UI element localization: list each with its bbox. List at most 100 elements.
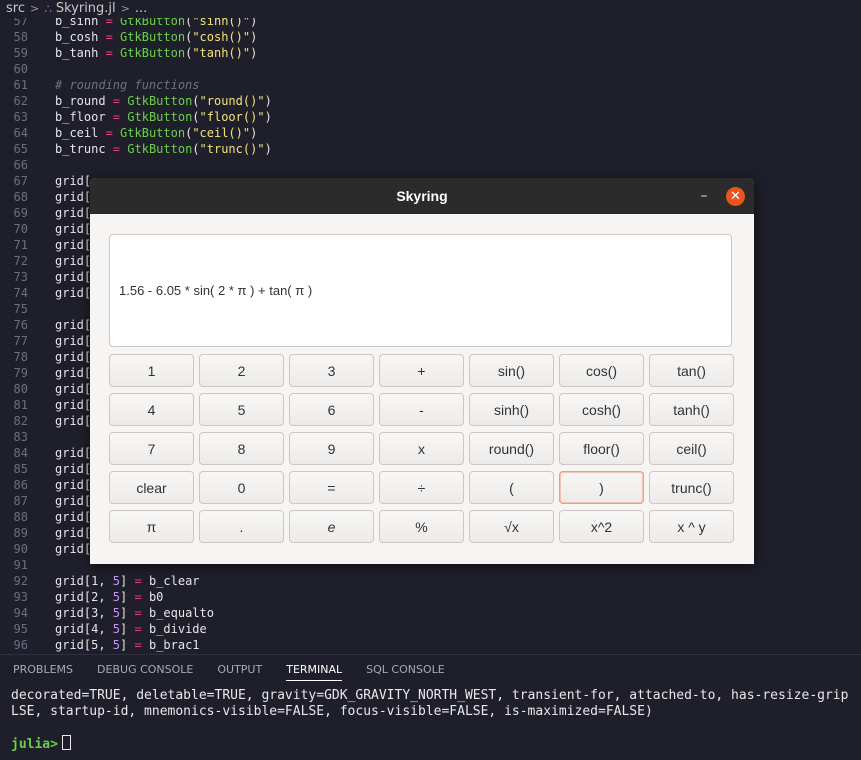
code-token: b_brac1: [148, 638, 200, 652]
button-2[interactable]: 2: [199, 354, 284, 387]
button-power[interactable]: x ^ y: [649, 510, 734, 543]
button-tan[interactable]: tan(): [649, 354, 734, 387]
expression-text: 1.56 - 6.05 * sin( 2 * π ) + tan( π ): [119, 283, 313, 298]
code-line: 93 grid[2, 5] = b0: [0, 589, 861, 605]
code-line: 92 grid[1, 5] = b_clear: [0, 573, 861, 589]
line-number: 92: [13, 574, 28, 588]
panel-tabs: PROBLEMS DEBUG CONSOLE OUTPUT TERMINAL SQL C…: [0, 654, 861, 685]
code-token: b0: [148, 590, 164, 604]
code-token: grid[4,: [55, 622, 106, 636]
code-token: =: [98, 30, 121, 44]
terminal[interactable]: decorated=TRUE, deletable=TRUE, gravity=…: [0, 684, 861, 760]
code-token: GtkButton: [127, 142, 193, 156]
code-token: grid[: [55, 206, 92, 220]
minimize-icon[interactable]: –: [694, 186, 714, 206]
code-token: (: [192, 110, 200, 124]
line-code: grid[: [55, 317, 91, 333]
button-1[interactable]: 1: [109, 354, 194, 387]
button-3[interactable]: 3: [289, 354, 374, 387]
code-line: 64 b_ceil = GtkButton("ceil()"): [0, 125, 861, 141]
tab-problems[interactable]: PROBLEMS: [13, 655, 73, 685]
breadcrumb-file[interactable]: Skyring.jl: [56, 0, 116, 18]
code-token: grid[: [55, 222, 92, 236]
code-token: =: [105, 142, 128, 156]
tab-output[interactable]: OUTPUT: [217, 655, 262, 685]
button-sinh[interactable]: sinh(): [469, 393, 554, 426]
window-titlebar[interactable]: Skyring – ✕: [90, 178, 754, 214]
button-8[interactable]: 8: [199, 432, 284, 465]
button-6[interactable]: 6: [289, 393, 374, 426]
button-4[interactable]: 4: [109, 393, 194, 426]
line-code: grid[: [55, 397, 91, 413]
line-number: 85: [13, 462, 28, 476]
line-number: 84: [13, 446, 28, 460]
button-e[interactable]: e: [289, 510, 374, 543]
button-9[interactable]: 9: [289, 432, 374, 465]
button-ceil[interactable]: ceil(): [649, 432, 734, 465]
tab-sql-console[interactable]: SQL CONSOLE: [366, 655, 445, 685]
tab-debug-console[interactable]: DEBUG CONSOLE: [97, 655, 193, 685]
button-pi[interactable]: π: [109, 510, 194, 543]
code-token: =: [127, 574, 149, 588]
button-open-paren[interactable]: (: [469, 471, 554, 504]
button-plus[interactable]: +: [379, 354, 464, 387]
button-equals[interactable]: =: [289, 471, 374, 504]
line-number: 96: [13, 638, 28, 652]
code-token: "floor()": [199, 110, 265, 124]
button-close-paren[interactable]: ): [559, 471, 644, 504]
button-7[interactable]: 7: [109, 432, 194, 465]
button-clear[interactable]: clear: [109, 471, 194, 504]
button-tanh[interactable]: tanh(): [649, 393, 734, 426]
button-sqrt[interactable]: √x: [469, 510, 554, 543]
button-5[interactable]: 5: [199, 393, 284, 426]
button-trunc[interactable]: trunc(): [649, 471, 734, 504]
line-code: grid[: [55, 349, 91, 365]
button-sin[interactable]: sin(): [469, 354, 554, 387]
breadcrumb: src > ∴ Skyring.jl > ...: [0, 0, 861, 18]
button-decimal[interactable]: .: [199, 510, 284, 543]
line-code: grid[: [55, 333, 91, 349]
line-number: 91: [13, 558, 28, 572]
line-code: grid[: [55, 269, 91, 285]
code-line: 66: [0, 157, 861, 173]
button-minus[interactable]: -: [379, 393, 464, 426]
breadcrumb-folder[interactable]: src: [6, 0, 25, 18]
line-number: 60: [13, 62, 28, 76]
line-code: b_cosh = GtkButton("cosh()"): [55, 29, 257, 45]
line-code: # rounding functions: [55, 77, 200, 93]
code-token: b_trunc: [55, 142, 106, 156]
button-floor[interactable]: floor(): [559, 432, 644, 465]
button-percent[interactable]: %: [379, 510, 464, 543]
button-round[interactable]: round(): [469, 432, 554, 465]
button-cos[interactable]: cos(): [559, 354, 644, 387]
button-0[interactable]: 0: [199, 471, 284, 504]
line-number: 95: [13, 622, 28, 636]
tab-terminal[interactable]: TERMINAL: [286, 655, 342, 685]
line-number: 63: [13, 110, 28, 124]
line-number: 69: [13, 206, 28, 220]
code-token: grid[: [55, 270, 92, 284]
code-token: grid[: [55, 510, 92, 524]
line-code: b_round = GtkButton("round()"): [55, 93, 272, 109]
code-token: "sinh()": [192, 18, 251, 28]
code-token: ): [250, 126, 258, 140]
line-code: grid[: [55, 461, 91, 477]
button-square[interactable]: x^2: [559, 510, 644, 543]
close-icon[interactable]: ✕: [726, 187, 745, 206]
line-number: 67: [13, 174, 28, 188]
code-token: =: [98, 126, 121, 140]
code-token: 5: [105, 638, 121, 652]
line-code: grid[1, 5] = b_clear: [55, 573, 200, 589]
calculator-display[interactable]: 1.56 - 6.05 * sin( 2 * π ) + tan( π ): [109, 234, 732, 347]
breadcrumb-more[interactable]: ...: [135, 0, 147, 18]
code-line: 57 b_sinh = GtkButton("sinh()"): [0, 18, 861, 29]
code-token: =: [98, 46, 121, 60]
line-number: 82: [13, 414, 28, 428]
code-token: GtkButton: [127, 94, 193, 108]
code-token: grid[: [55, 366, 92, 380]
line-number: 75: [13, 302, 28, 316]
button-cosh[interactable]: cosh(): [559, 393, 644, 426]
button-multiply[interactable]: x: [379, 432, 464, 465]
button-divide[interactable]: ÷: [379, 471, 464, 504]
terminal-prompt-line[interactable]: julia>: [11, 735, 71, 752]
